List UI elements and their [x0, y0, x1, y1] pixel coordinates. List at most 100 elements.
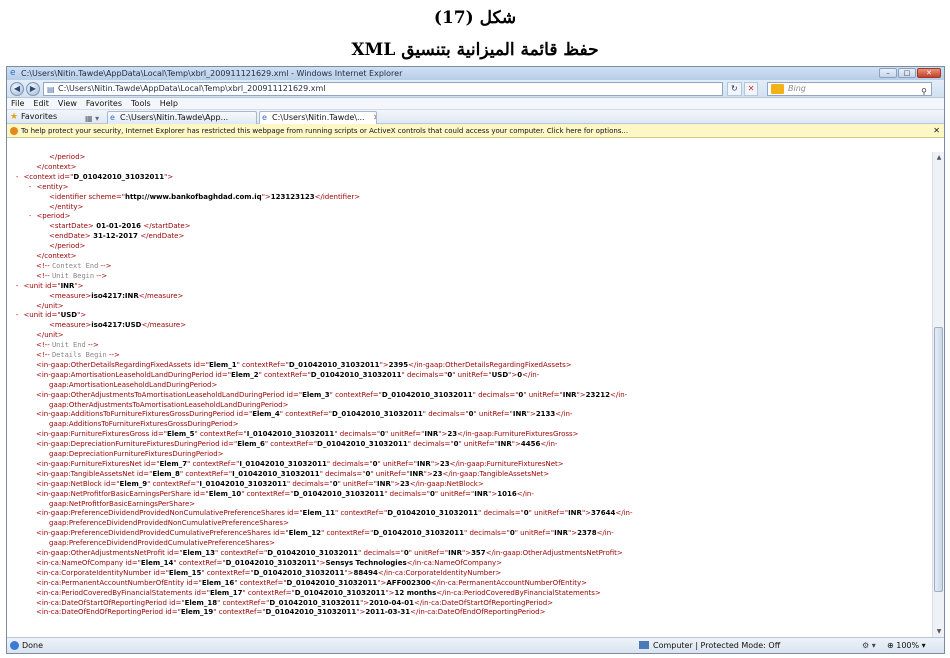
xml-token: 12 months — [394, 588, 437, 597]
xml-line: <in-ca:DateOfStartOfReportingPeriod id="… — [36, 599, 553, 608]
tab-2[interactable]: e C:\Users\Nitin.Tawde\... ✕ — [259, 111, 377, 124]
close-tab-icon[interactable]: ✕ — [373, 113, 376, 122]
xml-token: " contextRef=" — [179, 469, 233, 478]
xml-token: </context> — [36, 252, 77, 260]
xml-token: iso4217:USD — [91, 321, 142, 330]
xml-token: 2378 — [577, 529, 597, 538]
xml-token: </in-ca:CorporateIdentityNumber> — [377, 568, 502, 577]
forward-button[interactable]: ▶ — [26, 82, 40, 96]
menu-file[interactable]: File — [11, 98, 24, 109]
xml-line: - <entity> — [28, 183, 69, 192]
xml-token: "> — [390, 479, 400, 488]
xml-token: "> — [423, 469, 433, 478]
document-heading: شكل (17) حفظ قائمة الميزانية بتنسيق XML — [0, 0, 950, 70]
menu-view[interactable]: View — [58, 98, 77, 109]
xml-token: <in-gaap:PreferenceDividendProvidedNonCu… — [36, 509, 288, 518]
xml-token: </in-gaap:OtherDetailsRegardingFixedAsse… — [408, 360, 572, 369]
menu-tools[interactable]: Tools — [131, 98, 151, 109]
xml-line: </context> — [36, 163, 76, 172]
xml-token: 37644 — [591, 509, 616, 518]
refresh-button[interactable]: ↻ — [727, 82, 742, 96]
xml-line: <startDate> 01-01-2016 </startDate> — [49, 222, 191, 231]
xml-token: Elem_11 — [302, 509, 336, 518]
xml-line: <!-- Unit Begin --> — [36, 272, 107, 281]
xml-token: D_01042010_31032011 — [387, 509, 478, 518]
tools-zoom-icon[interactable]: ⚙ ▾ — [862, 638, 876, 653]
close-window-button[interactable]: ✕ — [917, 68, 941, 78]
xml-token: INR — [568, 509, 582, 518]
xml-line: gaap:NetProfitforBasicEarningsPerShare> — [49, 500, 195, 509]
xml-token: " decimals=" — [478, 509, 524, 518]
xml-line: gaap:AmortisationLeaseholdLandDuringPeri… — [49, 381, 217, 390]
menu-favorites[interactable]: Favorites — [86, 98, 122, 109]
tab-1[interactable]: e C:\Users\Nitin.Tawde\App... — [107, 111, 257, 124]
xml-token: <entity> — [36, 182, 69, 191]
xml-token: </in- — [540, 440, 558, 449]
stop-button[interactable]: ✕ — [743, 82, 759, 96]
security-info-bar[interactable]: To help protect your security, Internet … — [7, 124, 944, 138]
menu-help[interactable]: Help — [160, 98, 178, 109]
xml-token: 23 — [447, 430, 458, 439]
search-icon[interactable]: ⚲ — [921, 86, 927, 98]
menu-edit[interactable]: Edit — [33, 98, 49, 109]
search-input[interactable]: Bing ⚲ — [767, 82, 932, 96]
address-input[interactable]: ▤ C:\Users\Nitin.Tawde\AppData\Local\Tem… — [43, 82, 723, 96]
xml-token: " decimals=" — [464, 529, 510, 538]
xml-token: id=" — [45, 311, 61, 320]
xml-line: - <unit id="INR"> — [15, 282, 84, 291]
xml-token: http://www.bankofbaghdad.com.iq — [124, 192, 262, 201]
xml-token: " unitRef=" — [528, 509, 569, 518]
favorites-button[interactable]: Favorites — [21, 110, 57, 124]
scroll-down-icon[interactable]: ▼ — [934, 627, 944, 637]
xml-token: </in-gaap:OtherAdjustmentsNetProfit> — [485, 549, 623, 557]
xml-token: Elem_2 — [230, 370, 259, 379]
xml-token: " unitRef=" — [434, 489, 475, 498]
xml-token: Elem_8 — [152, 469, 180, 478]
xml-token: " decimals=" — [384, 489, 430, 498]
xml-token: Elem_3 — [302, 390, 330, 399]
xml-token: "> — [379, 360, 389, 369]
xml-token: id=" — [236, 410, 253, 419]
xml-line: - <unit id="USD"> — [15, 311, 86, 320]
xml-token: id=" — [273, 529, 289, 538]
xml-token: "> — [385, 588, 395, 597]
xml-token: Elem_19 — [180, 608, 214, 617]
xml-token: id=" — [45, 281, 61, 290]
xml-token: "> — [438, 430, 448, 439]
xml-token: </in-gaap:FurnitureFixturesGross> — [457, 430, 579, 439]
xml-token: </in-ca:PermanentAccountNumberOfEntity> — [430, 578, 587, 587]
close-info-bar-icon[interactable]: ✕ — [933, 124, 940, 137]
scroll-thumb[interactable] — [934, 327, 943, 592]
tab-ie-icon: e — [262, 113, 267, 122]
xml-token: " unitRef=" — [523, 390, 563, 399]
xml-line: <measure>iso4217:INR</measure> — [49, 292, 183, 301]
xml-token: </in- — [596, 529, 614, 538]
xml-token: " unitRef=" — [384, 430, 425, 439]
xml-token: <in-gaap:TangibleAssetsNet — [36, 469, 137, 478]
vertical-scrollbar[interactable]: ▲ ▼ — [932, 152, 944, 638]
xml-token: " contextRef=" — [213, 608, 266, 617]
xml-token: </in-gaap:TangibleAssetsNet> — [442, 469, 550, 478]
xml-token: <in-gaap:PreferenceDividendProvidedCumul… — [36, 529, 274, 538]
xml-token: id=" — [136, 469, 153, 478]
xml-token: " unitRef=" — [408, 549, 449, 557]
zoom-control[interactable]: ⊕ 100% ▾ — [887, 638, 926, 653]
xml-token: Elem_18 — [184, 598, 218, 607]
xml-token: Sensys Technologies — [325, 558, 407, 567]
xml-token: D_01042010_31032011 — [286, 578, 378, 587]
maximize-button[interactable]: □ — [898, 68, 916, 78]
xml-token: </period> — [49, 242, 86, 251]
xml-line: </context> — [36, 252, 76, 261]
xml-line: - <period> — [28, 212, 70, 221]
tab-2-label: C:\Users\Nitin.Tawde\... — [272, 113, 365, 122]
xml-token: Context End — [51, 261, 99, 270]
scroll-up-icon[interactable]: ▲ — [934, 153, 944, 163]
xml-token: Elem_14 — [140, 558, 174, 567]
minimize-button[interactable]: – — [879, 68, 897, 78]
xml-token: iso4217:INR — [91, 291, 139, 300]
xml-line: <in-ca:PermanentAccountNumberOfEntity id… — [36, 579, 587, 588]
xml-token: I_01042010_31032011 — [246, 430, 335, 439]
back-button[interactable]: ◀ — [10, 82, 24, 96]
xml-line: <in-gaap:DepreciationFurnitureFixturesDu… — [36, 440, 557, 449]
xml-token: " decimals=" — [319, 469, 366, 478]
